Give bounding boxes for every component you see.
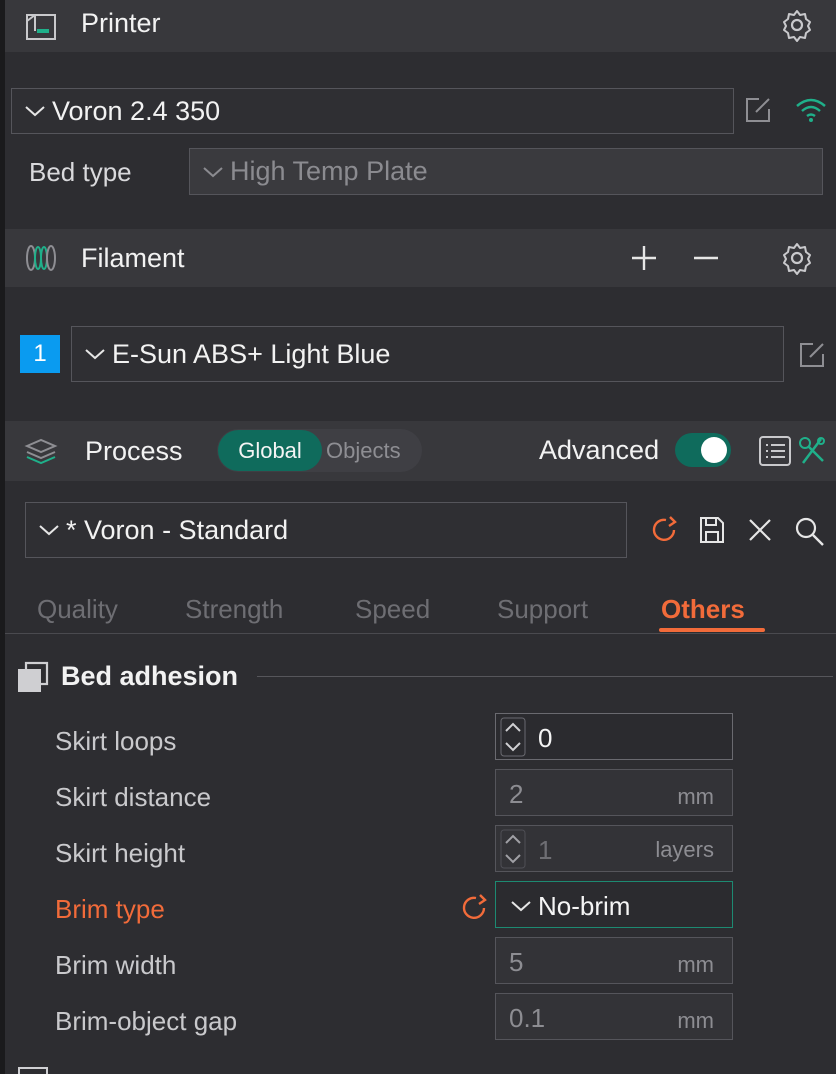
bed-type-value: High Temp Plate — [230, 156, 428, 186]
advanced-switch[interactable] — [675, 433, 731, 467]
filament-settings-gear-icon[interactable] — [780, 241, 814, 275]
next-group-icon — [18, 1067, 48, 1074]
printer-title: Printer — [81, 8, 161, 38]
close-preset-icon[interactable] — [747, 517, 773, 543]
bed-adhesion-group-icon — [18, 661, 49, 692]
edit-filament-icon[interactable] — [797, 340, 827, 370]
skirt-height-label: Skirt height — [55, 838, 186, 868]
skirt-distance-unit: mm — [677, 784, 714, 809]
tab-strength[interactable]: Strength — [185, 594, 283, 625]
printer-select-value: Voron 2.4 350 — [52, 95, 221, 126]
tab-speed[interactable]: Speed — [355, 594, 430, 625]
filament-title: Filament — [81, 243, 185, 273]
process-tabs: Quality Strength Speed Support Others — [5, 588, 836, 634]
process-preset-value: * Voron - Standard — [66, 514, 289, 545]
chevron-down-icon — [203, 166, 223, 177]
bed-type-select[interactable]: High Temp Plate — [189, 148, 823, 195]
advanced-label: Advanced — [539, 435, 660, 465]
skirt-height-unit: layers — [655, 837, 714, 862]
edit-printer-icon[interactable] — [743, 95, 773, 125]
brim-object-gap-unit: mm — [677, 1008, 714, 1033]
add-filament-plus-icon[interactable] — [630, 244, 658, 272]
brim-object-gap-label: Brim-object gap — [55, 1006, 238, 1036]
brim-object-gap-value: 0.1 — [509, 1003, 546, 1033]
process-title: Process — [85, 436, 183, 466]
global-objects-toggle[interactable]: Global Objects — [217, 429, 422, 472]
brim-type-label: Brim type — [55, 894, 165, 924]
list-view-icon[interactable] — [758, 435, 792, 467]
wifi-icon[interactable] — [794, 96, 828, 124]
brim-type-value: No-brim — [538, 891, 631, 921]
brim-type-select[interactable]: No-brim — [495, 881, 733, 928]
reset-brim-type-icon[interactable] — [459, 893, 489, 923]
tab-quality[interactable]: Quality — [37, 594, 118, 625]
tab-support[interactable]: Support — [497, 594, 588, 625]
chevron-down-icon — [85, 349, 105, 360]
save-preset-icon[interactable] — [698, 515, 726, 545]
chevron-down-icon — [25, 106, 45, 117]
filament-spool-icon — [23, 243, 59, 273]
printer-select[interactable]: Voron 2.4 350 — [11, 88, 734, 134]
skirt-loops-label: Skirt loops — [55, 726, 177, 756]
skirt-height-input[interactable]: 1 layers — [495, 825, 733, 872]
filament-select[interactable]: E-Sun ABS+ Light Blue — [71, 326, 784, 382]
remove-filament-minus-icon[interactable] — [692, 244, 720, 272]
brim-object-gap-input[interactable]: 0.1 mm — [495, 993, 733, 1040]
process-layers-icon — [23, 436, 59, 466]
skirt-loops-value: 0 — [538, 723, 553, 753]
brim-width-label: Brim width — [55, 950, 177, 980]
brim-width-value: 5 — [509, 947, 524, 977]
skirt-distance-value: 2 — [509, 779, 524, 809]
printer-icon — [23, 11, 59, 41]
spin-up-down-icon[interactable] — [500, 829, 526, 869]
printer-section-header: Printer — [5, 0, 836, 52]
group-divider — [257, 676, 833, 677]
filament-slot-badge[interactable]: 1 — [20, 335, 60, 373]
active-tab-indicator — [659, 628, 765, 632]
search-icon[interactable] — [793, 515, 825, 547]
skirt-height-value: 1 — [538, 835, 553, 865]
bed-type-label: Bed type — [29, 157, 132, 187]
printer-settings-gear-icon[interactable] — [780, 8, 814, 42]
skirt-distance-label: Skirt distance — [55, 782, 212, 812]
brim-width-input[interactable]: 5 mm — [495, 937, 733, 984]
left-window-edge — [0, 0, 5, 1074]
reset-preset-icon[interactable] — [649, 515, 679, 545]
filament-section-header: Filament — [5, 229, 836, 287]
switch-knob — [701, 437, 727, 463]
tools-icon[interactable] — [797, 435, 827, 467]
bed-adhesion-title: Bed adhesion — [61, 661, 239, 691]
brim-width-unit: mm — [677, 952, 714, 977]
spin-up-down-icon[interactable] — [500, 717, 526, 757]
segment-objects[interactable]: Objects — [326, 438, 401, 464]
filament-select-value: E-Sun ABS+ Light Blue — [112, 338, 391, 369]
skirt-loops-input[interactable]: 0 — [495, 713, 733, 760]
chevron-down-icon — [39, 525, 59, 536]
skirt-distance-input[interactable]: 2 mm — [495, 769, 733, 816]
tab-others[interactable]: Others — [661, 594, 745, 625]
process-preset-select[interactable]: * Voron - Standard — [25, 502, 627, 558]
chevron-down-icon — [511, 901, 531, 912]
segment-global[interactable]: Global — [218, 430, 322, 471]
